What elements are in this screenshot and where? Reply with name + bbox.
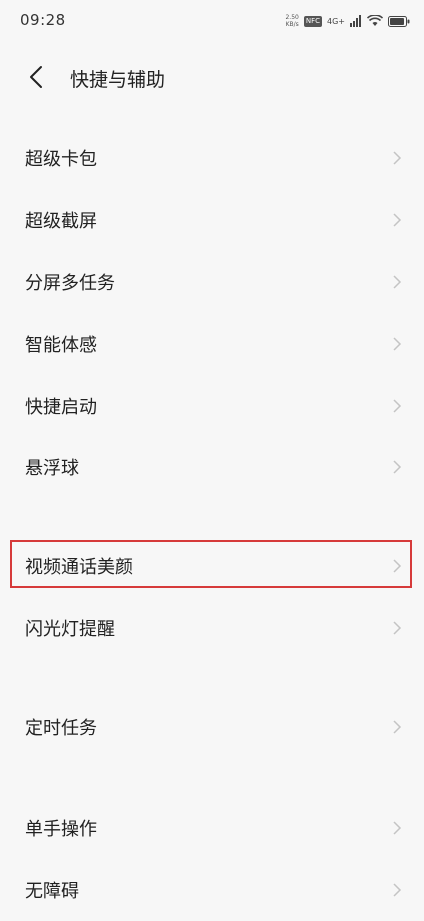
- menu-item-scheduled-tasks[interactable]: 定时任务: [0, 696, 424, 758]
- nfc-icon: NFC: [303, 15, 322, 27]
- menu-item-floating-ball[interactable]: 悬浮球: [0, 436, 424, 498]
- menu-item-label: 悬浮球: [25, 458, 79, 479]
- network-speed: 2.50 KB/s: [285, 14, 298, 28]
- menu-item-label: 智能体感: [25, 335, 97, 356]
- menu-item-label: 闪光灯提醒: [25, 619, 115, 640]
- menu-item-label: 无障碍: [25, 881, 79, 902]
- menu-item-label: 单手操作: [25, 819, 97, 840]
- chevron-right-icon: [393, 559, 402, 573]
- menu-item-label: 超级卡包: [25, 149, 97, 170]
- menu-item-video-call-beauty[interactable]: 视频通话美颜: [0, 535, 424, 597]
- menu-item-split-screen[interactable]: 分屏多任务: [0, 251, 424, 313]
- status-icons: 2.50 KB/s NFC 4G+: [285, 12, 410, 30]
- network-type: 4G+: [327, 16, 345, 26]
- network-speed-unit: KB/s: [285, 21, 299, 28]
- menu-item-smart-motion[interactable]: 智能体感: [0, 313, 424, 375]
- chevron-right-icon: [393, 151, 402, 165]
- battery-icon: [388, 15, 410, 27]
- chevron-right-icon: [393, 213, 402, 227]
- menu-item-label: 视频通话美颜: [25, 557, 133, 578]
- page-title: 快捷与辅助: [70, 69, 166, 91]
- menu-item-label: 超级截屏: [25, 211, 97, 232]
- signal-icon: [350, 15, 361, 27]
- chevron-right-icon: [393, 621, 402, 635]
- chevron-right-icon: [393, 720, 402, 734]
- status-bar: 09:28 2.50 KB/s NFC 4G+: [0, 0, 424, 44]
- menu-item-accessibility[interactable]: 无障碍: [0, 859, 424, 921]
- back-button[interactable]: [22, 62, 52, 92]
- menu-item-flash-reminder[interactable]: 闪光灯提醒: [0, 597, 424, 659]
- page-header: 快捷与辅助: [0, 44, 424, 110]
- back-arrow-icon: [30, 66, 42, 88]
- status-time: 09:28: [20, 11, 66, 29]
- network-speed-value: 2.50: [285, 14, 299, 21]
- menu-item-one-hand-mode[interactable]: 单手操作: [0, 797, 424, 859]
- menu-item-label: 定时任务: [25, 718, 97, 739]
- chevron-right-icon: [393, 399, 402, 413]
- chevron-right-icon: [393, 275, 402, 289]
- chevron-right-icon: [393, 460, 402, 474]
- chevron-right-icon: [393, 883, 402, 897]
- menu-item-quick-launch[interactable]: 快捷启动: [0, 375, 424, 437]
- chevron-right-icon: [393, 337, 402, 351]
- menu-item-label: 快捷启动: [25, 397, 97, 418]
- wifi-icon: [367, 15, 383, 26]
- menu-item-label: 分屏多任务: [25, 273, 115, 294]
- menu-item-super-card-wallet[interactable]: 超级卡包: [0, 127, 424, 189]
- chevron-right-icon: [393, 821, 402, 835]
- menu-item-super-screenshot[interactable]: 超级截屏: [0, 189, 424, 251]
